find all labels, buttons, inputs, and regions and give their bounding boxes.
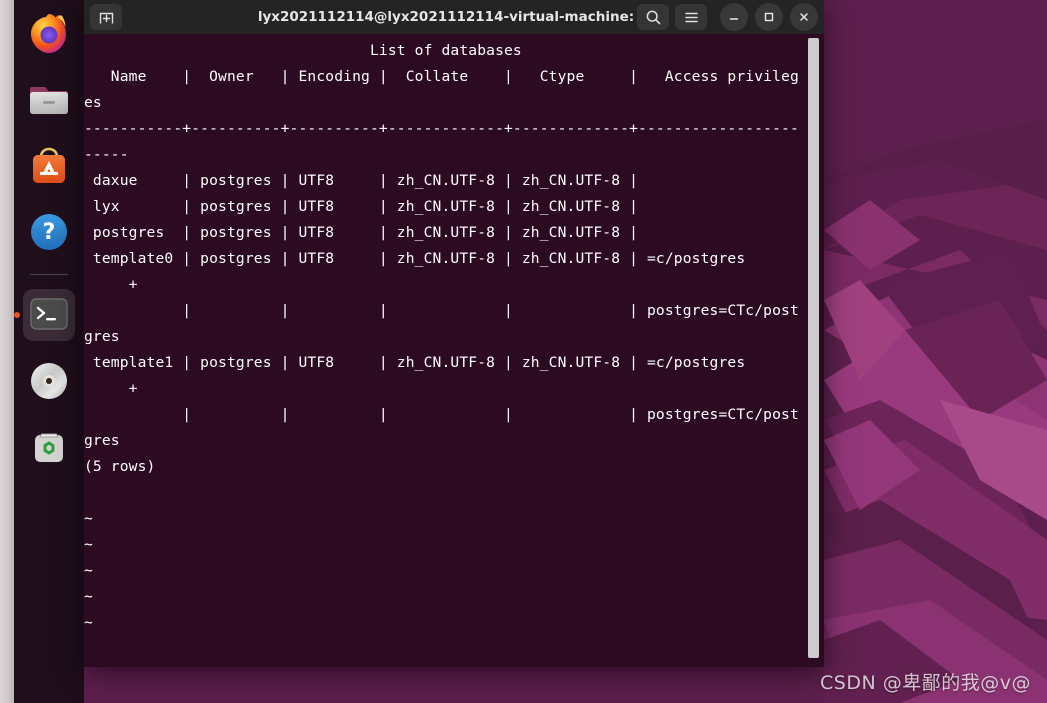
- terminal-scrollbar[interactable]: [808, 38, 819, 658]
- ubuntu-dock[interactable]: ?: [14, 0, 84, 703]
- terminal-line: gres: [84, 328, 120, 345]
- dock-item-trash[interactable]: [23, 421, 75, 473]
- terminal-line: Name | Owner | Encoding | Collate | Ctyp…: [84, 68, 799, 85]
- dock-item-terminal[interactable]: [14, 289, 75, 341]
- terminal-line: es: [84, 94, 102, 111]
- dock-item-ubuntu-software[interactable]: [23, 140, 75, 192]
- terminal-line: template1 | postgres | UTF8 | zh_CN.UTF-…: [84, 354, 746, 371]
- menu-button[interactable]: [675, 4, 707, 30]
- terminal-line: daxue | postgres | UTF8 | zh_CN.UTF-8 | …: [84, 172, 639, 189]
- dock-item-firefox[interactable]: [23, 8, 75, 60]
- minimize-button[interactable]: [720, 3, 748, 31]
- terminal-line: -----------+----------+----------+------…: [84, 120, 799, 137]
- terminal-line: postgres | postgres | UTF8 | zh_CN.UTF-8…: [84, 224, 639, 241]
- disc-icon: [31, 363, 67, 399]
- firefox-icon: [31, 14, 66, 53]
- screen-edge-strip: [0, 0, 14, 703]
- titlebar-controls[interactable]: [637, 3, 818, 31]
- terminal-icon: [30, 298, 68, 330]
- terminal-body[interactable]: List of databases Name | Owner | Encodin…: [84, 34, 824, 667]
- hamburger-menu-icon: [684, 12, 698, 22]
- terminal-line: (5 rows): [84, 458, 156, 475]
- terminal-titlebar[interactable]: lyx2021112114@lyx2021112114-virtual-mach…: [84, 0, 824, 34]
- search-button[interactable]: [637, 4, 669, 30]
- minimize-icon: [729, 18, 739, 20]
- dock-item-files[interactable]: [23, 74, 75, 126]
- help-icon: ?: [31, 214, 67, 250]
- terminal-line: | | | | | postgres=CTc/post: [84, 302, 799, 319]
- close-icon: [800, 13, 808, 21]
- close-button[interactable]: [790, 3, 818, 31]
- terminal-line: template0 | postgres | UTF8 | zh_CN.UTF-…: [84, 250, 746, 267]
- terminal-line: gres: [84, 432, 120, 449]
- terminal-line: ~: [84, 536, 93, 553]
- trash-icon: [35, 433, 63, 462]
- maximize-icon: [764, 12, 774, 22]
- new-tab-button[interactable]: [90, 4, 122, 30]
- terminal-line: +: [84, 276, 138, 293]
- terminal-window[interactable]: lyx2021112114@lyx2021112114-virtual-mach…: [84, 0, 824, 667]
- search-icon: [646, 10, 660, 24]
- terminal-line: -----: [84, 146, 129, 163]
- svg-text:?: ?: [43, 220, 56, 245]
- watermark: CSDN @卑鄙的我@v@: [820, 672, 1031, 694]
- running-indicator-dot: [14, 312, 20, 318]
- dock-separator: [30, 274, 68, 275]
- terminal-line: ~: [84, 510, 93, 527]
- terminal-line: +: [84, 380, 138, 397]
- terminal-line: ~: [84, 562, 93, 579]
- desktop-root: ? lyx2021112114@lyx2021112114-virtual-ma…: [0, 0, 1047, 703]
- terminal-output: List of databases Name | Owner | Encodin…: [84, 38, 799, 636]
- dock-item-disc[interactable]: [23, 355, 75, 407]
- dock-item-help[interactable]: ?: [23, 206, 75, 258]
- new-tab-icon: [99, 12, 113, 23]
- terminal-line: ~: [84, 588, 93, 605]
- ubuntu-software-icon: [33, 147, 65, 183]
- folder-icon: [30, 87, 68, 114]
- pager-prompt-line: (END): [84, 666, 198, 667]
- terminal-line: List of databases: [84, 42, 522, 59]
- maximize-button[interactable]: [755, 3, 783, 31]
- terminal-line: ~: [84, 614, 93, 631]
- terminal-line: lyx | postgres | UTF8 | zh_CN.UTF-8 | zh…: [84, 198, 639, 215]
- terminal-line: | | | | | postgres=CTc/post: [84, 406, 799, 423]
